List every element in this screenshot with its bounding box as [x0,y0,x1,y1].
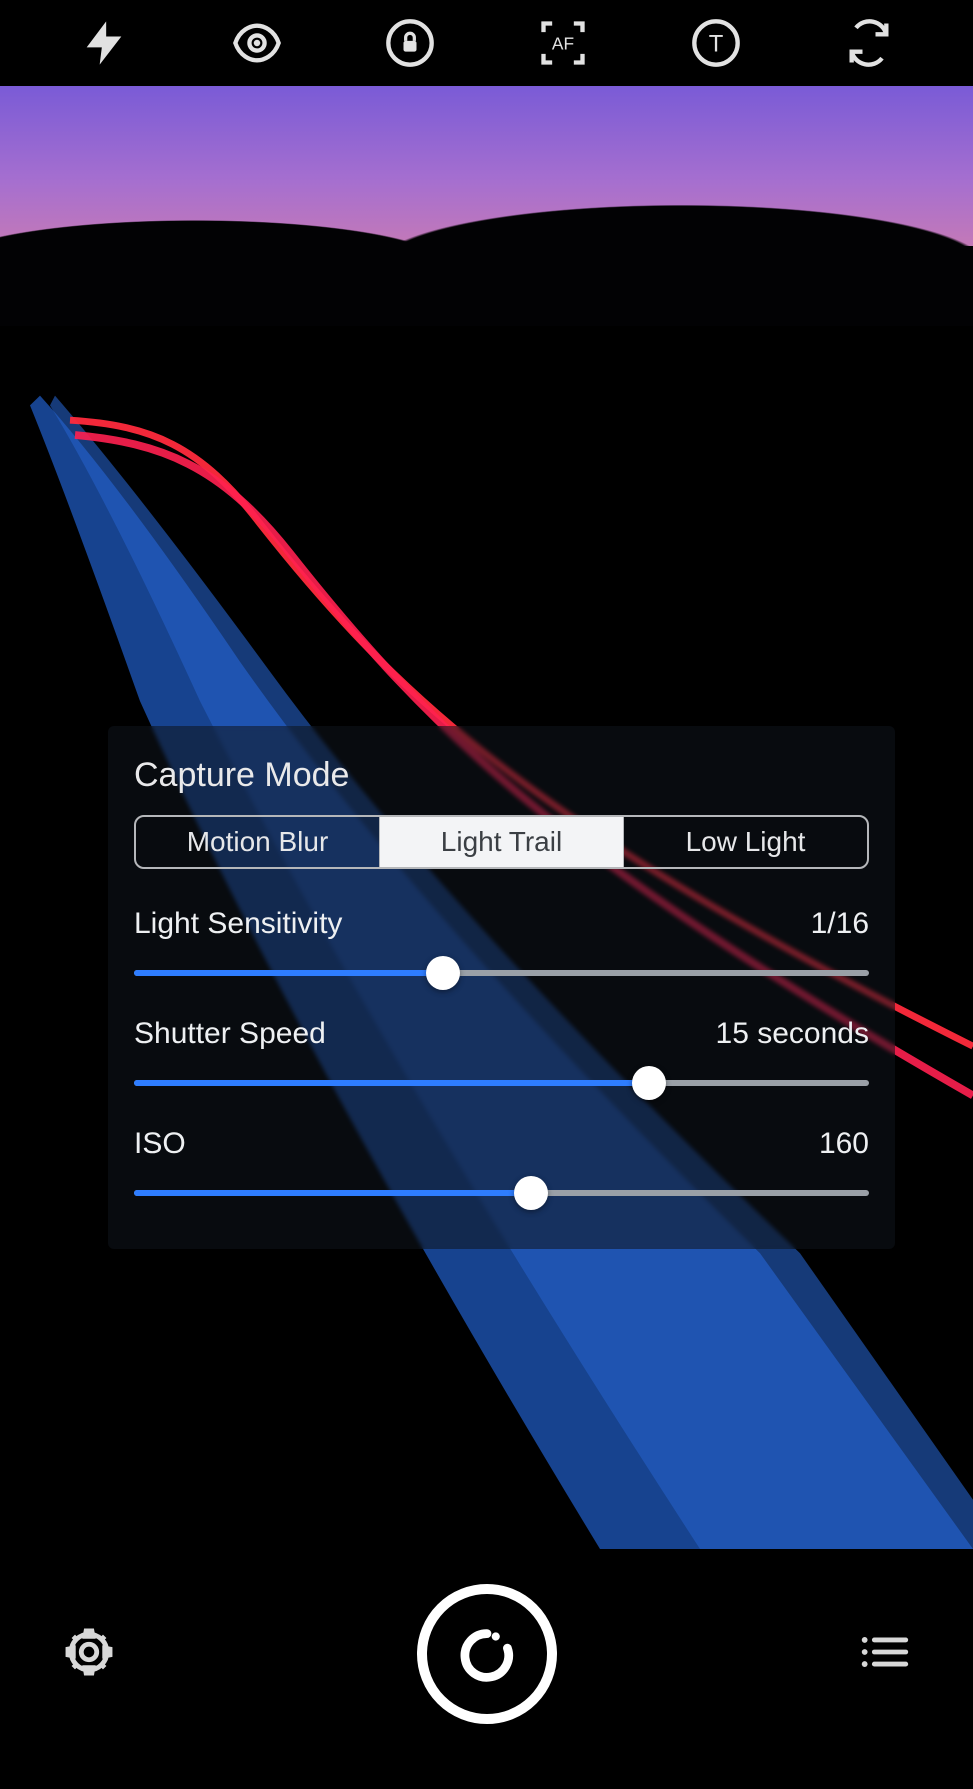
gear-icon[interactable] [60,1623,118,1686]
autofocus-icon[interactable]: AF [486,17,639,69]
bottom-toolbar [0,1549,973,1789]
flash-icon[interactable] [28,17,181,69]
light-sensitivity-label: Light Sensitivity [134,907,342,941]
iso-value: 160 [819,1127,869,1161]
mode-light-trail[interactable]: Light Trail [380,817,624,867]
shutter-speed-slider[interactable] [134,1069,869,1097]
iso-slider[interactable] [134,1179,869,1207]
switch-camera-icon[interactable] [792,17,945,69]
svg-text:T: T [708,31,723,58]
mode-motion-blur[interactable]: Motion Blur [136,817,380,867]
top-toolbar: AF T [0,0,973,86]
capture-mode-segmented: Motion Blur Light Trail Low Light [134,815,869,869]
timer-mode-icon[interactable]: T [639,17,792,69]
light-sensitivity-row: Light Sensitivity 1/16 [134,907,869,987]
list-icon[interactable] [855,1623,913,1686]
svg-text:AF: AF [552,34,574,54]
eye-icon[interactable] [181,17,334,69]
shutter-button[interactable] [417,1584,557,1724]
shutter-speed-label: Shutter Speed [134,1017,326,1051]
shutter-speed-value: 15 seconds [716,1017,869,1051]
iso-label: ISO [134,1127,186,1161]
camera-app: AF T Capture Mode M [0,0,973,1789]
iso-row: ISO 160 [134,1127,869,1207]
capture-settings-panel: Capture Mode Motion Blur Light Trail Low… [108,726,895,1249]
panel-title: Capture Mode [134,756,869,795]
viewfinder[interactable]: Capture Mode Motion Blur Light Trail Low… [0,86,973,1549]
lock-icon[interactable] [334,17,487,69]
light-sensitivity-value: 1/16 [811,907,869,941]
shutter-speed-row: Shutter Speed 15 seconds [134,1017,869,1097]
mode-low-light[interactable]: Low Light [624,817,867,867]
light-sensitivity-slider[interactable] [134,959,869,987]
